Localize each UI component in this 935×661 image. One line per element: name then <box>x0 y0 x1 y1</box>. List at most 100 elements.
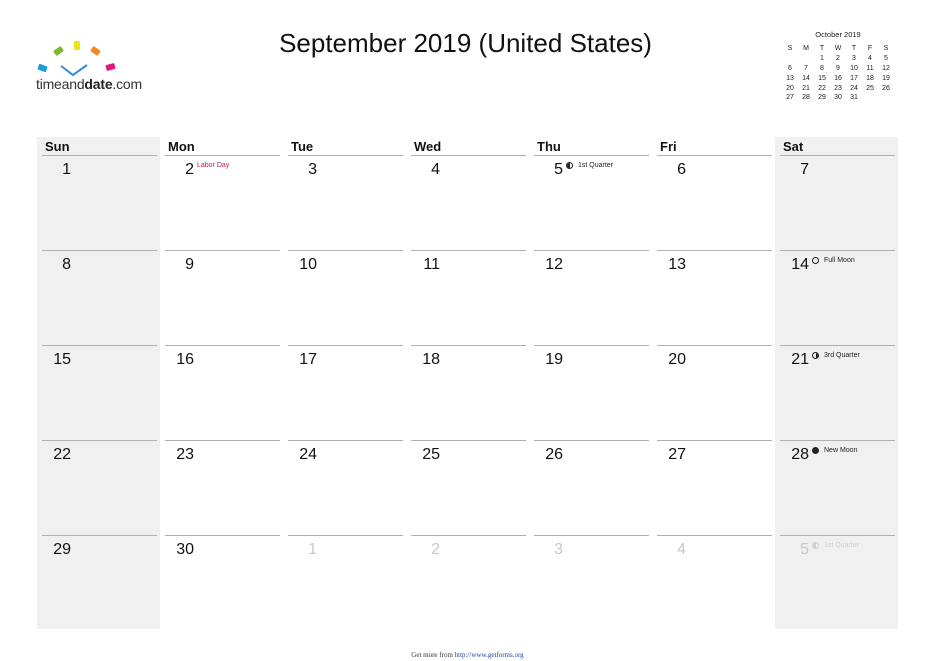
day-cell[interactable]: 25 <box>406 441 529 536</box>
mini-calendar-header-row: SMTWTFS <box>782 44 894 54</box>
day-cell[interactable]: 24 <box>283 441 406 536</box>
mini-calendar-day[interactable]: 17 <box>846 73 862 83</box>
column-sat: Sat 7 14 Full Moon 21 3rd Quarter 28 New Moon 5 1… <box>775 137 898 629</box>
day-number: 11 <box>423 256 440 273</box>
event-label: New Moon <box>824 447 858 454</box>
mini-calendar-day[interactable]: 12 <box>878 64 894 74</box>
mini-calendar-day[interactable]: 3 <box>846 54 862 64</box>
day-cell[interactable]: 22 <box>37 441 160 536</box>
day-number: 20 <box>668 351 686 368</box>
day-cell[interactable]: 7 <box>775 156 898 251</box>
day-cell[interactable]: 4 <box>652 536 775 631</box>
day-cell[interactable]: 17 <box>283 346 406 441</box>
mini-calendar-day[interactable]: 18 <box>862 73 878 83</box>
day-cell[interactable]: 1 <box>37 156 160 251</box>
day-number: 4 <box>677 541 686 558</box>
day-cell[interactable]: 6 <box>652 156 775 251</box>
mini-calendar-day[interactable]: 30 <box>830 93 846 103</box>
day-cell[interactable]: 21 3rd Quarter <box>775 346 898 441</box>
weekday-header: Fri <box>660 139 677 154</box>
day-cell[interactable]: 23 <box>160 441 283 536</box>
day-number: 6 <box>677 161 686 178</box>
day-cell[interactable]: 9 <box>160 251 283 346</box>
mini-calendar-day[interactable]: 6 <box>782 64 798 74</box>
mini-calendar-day[interactable]: 28 <box>798 93 814 103</box>
logo-text: timeanddate.com <box>36 76 142 92</box>
column-wed: Wed 4 11 18 25 2 <box>406 137 529 629</box>
day-number: 27 <box>668 446 686 463</box>
day-cell[interactable]: 8 <box>37 251 160 346</box>
day-number: 12 <box>545 256 563 273</box>
day-number: 4 <box>431 161 440 178</box>
day-cell[interactable]: 10 <box>283 251 406 346</box>
event-label: 1st Quarter <box>578 162 614 169</box>
mini-calendar-day[interactable]: 24 <box>846 83 862 93</box>
mini-calendar-day[interactable]: 5 <box>878 54 894 64</box>
mini-calendar-day[interactable]: 11 <box>862 64 878 74</box>
day-cell[interactable]: 16 <box>160 346 283 441</box>
day-cell[interactable]: 27 <box>652 441 775 536</box>
logo-ray-pink <box>105 62 116 72</box>
day-cell[interactable]: 14 Full Moon <box>775 251 898 346</box>
day-number: 21 <box>791 351 809 368</box>
logo-ray-blue <box>37 63 48 73</box>
mini-calendar-day[interactable]: 15 <box>814 73 830 83</box>
mini-calendar-weekday: M <box>803 45 809 53</box>
mini-calendar-day[interactable]: 23 <box>830 83 846 93</box>
mini-calendar-day[interactable]: 2 <box>830 54 846 64</box>
mini-calendar-day[interactable]: 31 <box>846 93 862 103</box>
mini-calendar-day[interactable]: 8 <box>814 64 830 74</box>
mini-calendar-day[interactable]: 25 <box>862 83 878 93</box>
day-number: 22 <box>53 446 71 463</box>
day-number: 24 <box>299 446 317 463</box>
mini-calendar-day[interactable]: 4 <box>862 54 878 64</box>
mini-calendar-week: 27 28 29 30 31 <box>782 93 894 103</box>
mini-calendar-day[interactable]: 1 <box>814 54 830 64</box>
day-cell[interactable]: 3 <box>529 536 652 631</box>
day-cell[interactable]: 13 <box>652 251 775 346</box>
day-cell[interactable]: 12 <box>529 251 652 346</box>
day-cell[interactable]: 11 <box>406 251 529 346</box>
day-cell[interactable]: 18 <box>406 346 529 441</box>
column-sun: Sun 1 8 15 22 29 <box>37 137 160 629</box>
day-cell[interactable]: 1 <box>283 536 406 631</box>
mini-calendar-day[interactable]: 9 <box>830 64 846 74</box>
mini-calendar-day[interactable]: 21 <box>798 83 814 93</box>
mini-calendar-day[interactable]: 20 <box>782 83 798 93</box>
day-cell[interactable]: 26 <box>529 441 652 536</box>
weekday-header: Tue <box>291 139 314 154</box>
mini-calendar-week: 13 14 15 16 17 18 19 <box>782 73 894 83</box>
day-cell[interactable]: 29 <box>37 536 160 631</box>
day-cell[interactable]: 2 Labor Day <box>160 156 283 251</box>
weekday-header: Mon <box>168 139 195 154</box>
mini-calendar-weekday: T <box>851 45 857 53</box>
mini-calendar-day[interactable]: 7 <box>798 64 814 74</box>
day-cell[interactable]: 20 <box>652 346 775 441</box>
day-cell[interactable]: 5 1st Quarter <box>775 536 898 631</box>
day-cell[interactable]: 28 New Moon <box>775 441 898 536</box>
mini-calendar-day[interactable]: 16 <box>830 73 846 83</box>
day-number: 3 <box>308 161 317 178</box>
day-cell[interactable]: 2 <box>406 536 529 631</box>
day-cell[interactable]: 5 1st Quarter <box>529 156 652 251</box>
day-number: 25 <box>422 446 440 463</box>
mini-calendar-day[interactable]: 14 <box>798 73 814 83</box>
day-cell[interactable]: 15 <box>37 346 160 441</box>
mini-calendar-day[interactable]: 10 <box>846 64 862 74</box>
mini-calendar-day[interactable]: 26 <box>878 83 894 93</box>
event-label: 3rd Quarter <box>824 352 860 359</box>
day-number: 7 <box>800 161 809 178</box>
event-label: 1st Quarter <box>824 542 860 549</box>
mini-calendar-day[interactable]: 13 <box>782 73 798 83</box>
column-tue: Tue 3 10 17 24 1 <box>283 137 406 629</box>
mini-calendar-day[interactable]: 29 <box>814 93 830 103</box>
mini-calendar-day[interactable]: 22 <box>814 83 830 93</box>
mini-calendar-day[interactable]: 19 <box>878 73 894 83</box>
mini-calendar-day[interactable]: 27 <box>782 93 798 103</box>
footer-link[interactable]: http://www.getforms.org <box>455 651 524 659</box>
moon-phase-event: 3rd Quarter <box>812 352 860 359</box>
day-cell[interactable]: 30 <box>160 536 283 631</box>
day-cell[interactable]: 4 <box>406 156 529 251</box>
day-cell[interactable]: 3 <box>283 156 406 251</box>
day-cell[interactable]: 19 <box>529 346 652 441</box>
